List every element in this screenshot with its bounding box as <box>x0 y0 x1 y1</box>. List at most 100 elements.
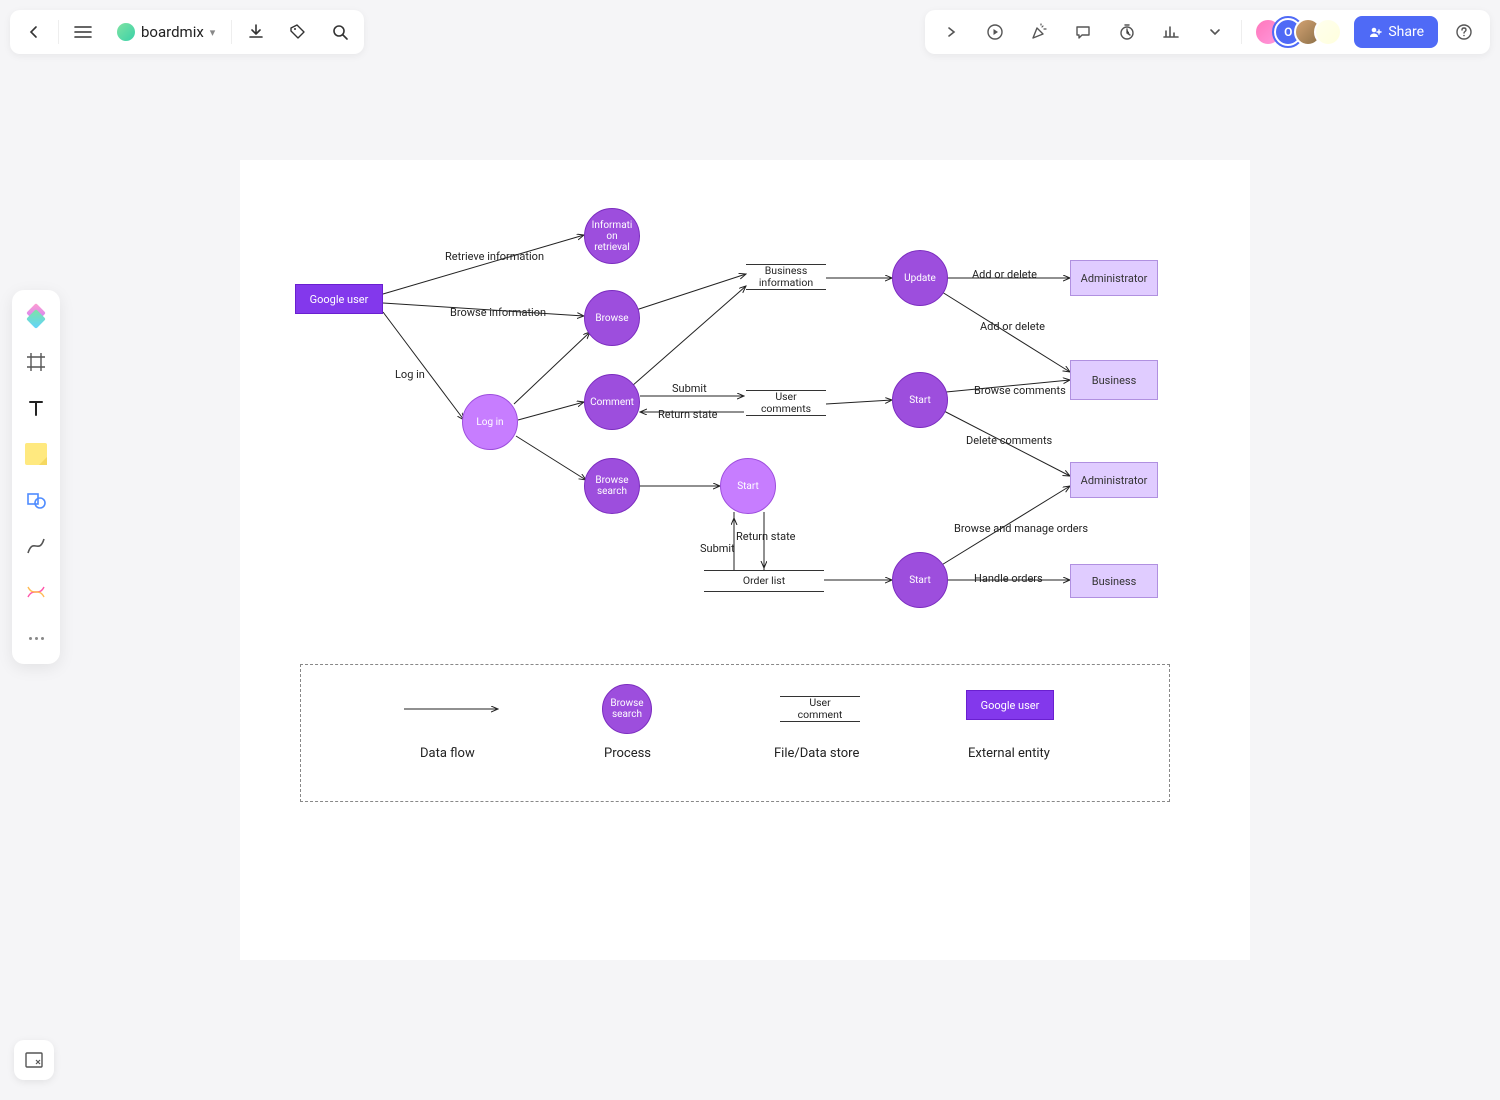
app-brand[interactable]: boardmix ▾ <box>107 23 225 41</box>
edge-label: Add or delete <box>980 320 1045 333</box>
process-comment[interactable]: Comment <box>584 374 640 430</box>
process-info-retrieval[interactable]: Informati on retrieval <box>584 208 640 264</box>
top-header: boardmix ▾ <box>10 10 1490 54</box>
chart-icon <box>1162 23 1180 41</box>
edge-label: Log in <box>395 368 425 381</box>
boardmix-logo-icon <box>117 23 135 41</box>
divider <box>58 20 59 44</box>
chevron-down-icon <box>1208 25 1222 39</box>
avatar-initial: O <box>1284 25 1292 39</box>
edge-label: Retrieve information <box>445 250 544 263</box>
datastore-label: Business information <box>759 265 813 288</box>
data-flow-diagram[interactable]: Google user Administrator Business Admin… <box>240 160 1250 960</box>
left-toolbar <box>12 290 60 664</box>
chevron-down-icon: ▾ <box>210 26 216 39</box>
help-button[interactable] <box>1446 14 1482 50</box>
entity-administrator-1[interactable]: Administrator <box>1070 260 1158 296</box>
legend-box[interactable] <box>300 664 1170 802</box>
process-start-3[interactable]: Start <box>892 552 948 608</box>
edge-label: Submit <box>700 542 735 555</box>
canvas[interactable]: Google user Administrator Business Admin… <box>240 160 1250 960</box>
process-login[interactable]: Log in <box>462 394 518 450</box>
datastore-business-info[interactable]: Business information <box>746 264 826 290</box>
sticky-note-tool[interactable] <box>20 438 52 470</box>
share-button[interactable]: Share <box>1354 16 1438 48</box>
expand-button[interactable] <box>933 14 969 50</box>
process-browse-search[interactable]: Browse search <box>584 458 640 514</box>
entity-label: Business <box>1092 575 1137 588</box>
entity-business-1[interactable]: Business <box>1070 360 1158 400</box>
download-button[interactable] <box>238 14 274 50</box>
legend-data-flow: Data flow <box>420 746 475 761</box>
entity-administrator-2[interactable]: Administrator <box>1070 462 1158 498</box>
datastore-label: User comment <box>798 697 843 720</box>
shape-draw-tool[interactable] <box>20 484 52 516</box>
celebrate-button[interactable] <box>1021 14 1057 50</box>
draw-shape-icon <box>25 489 47 511</box>
process-label: Comment <box>590 397 634 408</box>
edge-label: Browse and manage orders <box>954 522 1088 535</box>
party-icon <box>1030 23 1048 41</box>
process-label: Browse search <box>595 475 628 497</box>
minimap-button[interactable] <box>14 1040 54 1080</box>
process-label: Update <box>904 273 936 284</box>
entity-label: Administrator <box>1081 272 1148 285</box>
text-tool[interactable] <box>20 392 52 424</box>
poll-button[interactable] <box>1153 14 1189 50</box>
tag-icon <box>289 23 307 41</box>
process-label: Browse search <box>610 698 643 720</box>
collaborator-avatars[interactable]: O <box>1254 18 1342 46</box>
app-name: boardmix <box>141 23 204 41</box>
entity-label: Business <box>1092 374 1137 387</box>
shapes-tool[interactable] <box>20 300 52 332</box>
process-start-2[interactable]: Start <box>892 372 948 428</box>
chevron-right-icon <box>944 25 958 39</box>
search-button[interactable] <box>322 14 358 50</box>
frame-tool[interactable] <box>20 346 52 378</box>
chevron-left-icon <box>26 24 42 40</box>
timer-icon <box>1118 23 1136 41</box>
download-icon <box>247 23 265 41</box>
datastore-order-list[interactable]: Order list <box>704 570 824 592</box>
legend-entity-sample[interactable]: Google user <box>966 690 1054 720</box>
process-start-1[interactable]: Start <box>720 458 776 514</box>
tag-button[interactable] <box>280 14 316 50</box>
curve-tool[interactable] <box>20 530 52 562</box>
divider <box>1241 20 1242 44</box>
help-icon <box>1455 23 1473 41</box>
edge-label: Return state <box>736 530 796 543</box>
edge-label: Add or delete <box>972 268 1037 281</box>
datastore-user-comments[interactable]: User comments <box>746 390 826 416</box>
menu-button[interactable] <box>65 14 101 50</box>
process-update[interactable]: Update <box>892 250 948 306</box>
connector-icon <box>25 581 47 603</box>
more-tools-button[interactable] <box>1197 14 1233 50</box>
timer-button[interactable] <box>1109 14 1145 50</box>
process-browse[interactable]: Browse <box>584 290 640 346</box>
chat-button[interactable] <box>1065 14 1101 50</box>
back-button[interactable] <box>16 14 52 50</box>
edge-label: Submit <box>672 382 707 395</box>
divider <box>231 20 232 44</box>
legend-datastore: File/Data store <box>774 746 859 761</box>
more-tools[interactable] <box>20 622 52 654</box>
datastore-label: User comments <box>761 391 811 414</box>
sticky-note-icon <box>25 443 47 465</box>
legend-datastore-sample[interactable]: User comment <box>780 696 860 722</box>
edge-label: Delete comments <box>966 434 1052 447</box>
legend-process: Process <box>604 746 651 761</box>
connector-tool[interactable] <box>20 576 52 608</box>
process-label: Start <box>909 575 931 586</box>
process-label: Start <box>909 395 931 406</box>
play-button[interactable] <box>977 14 1013 50</box>
process-label: Log in <box>476 417 503 428</box>
entity-google-user[interactable]: Google user <box>295 284 383 314</box>
entity-business-2[interactable]: Business <box>1070 564 1158 598</box>
chat-icon <box>1074 23 1092 41</box>
legend-process-sample[interactable]: Browse search <box>602 684 652 734</box>
shapes-icon <box>24 306 48 326</box>
avatar[interactable] <box>1314 18 1342 46</box>
process-label: Browse <box>595 313 628 324</box>
edge-label: Browse information <box>450 306 546 319</box>
ellipsis-icon <box>29 637 44 640</box>
